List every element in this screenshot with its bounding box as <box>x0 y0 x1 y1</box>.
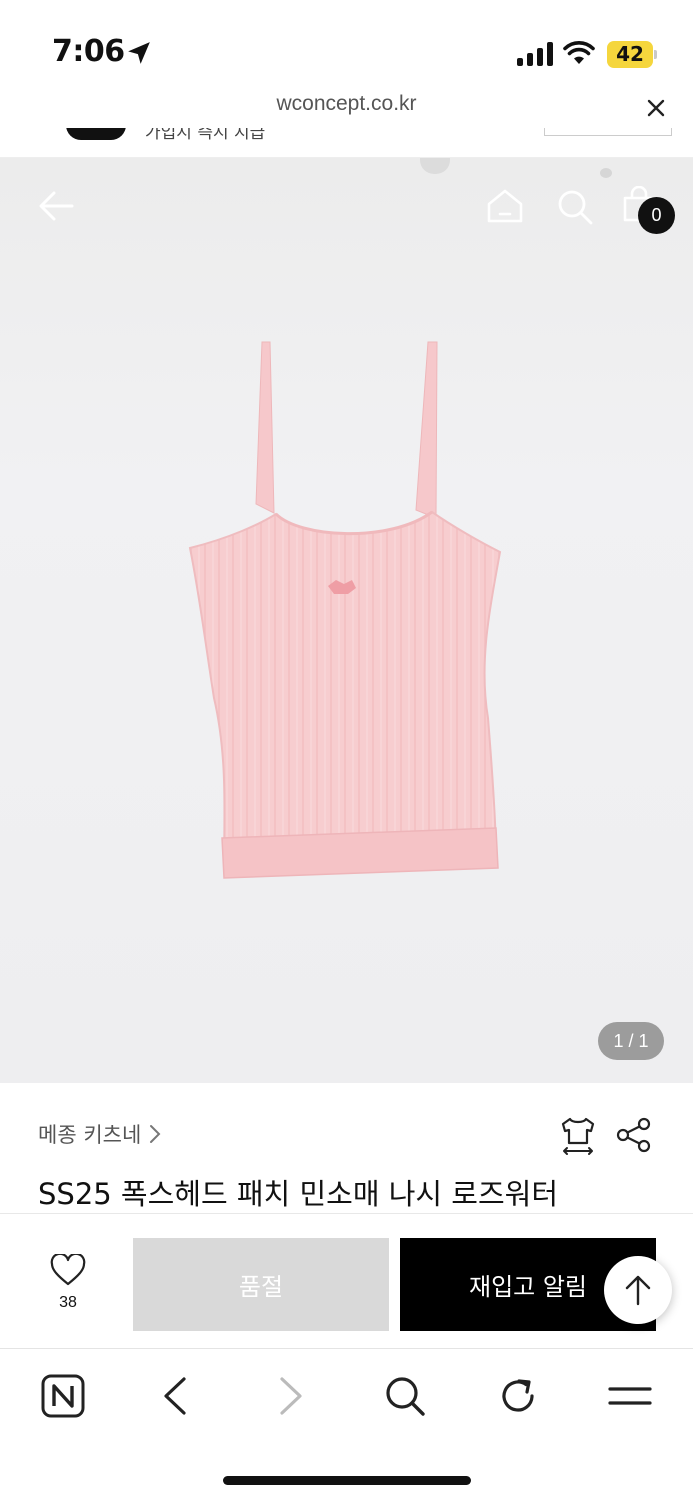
banner-button[interactable] <box>544 128 672 136</box>
cart-count-badge: 0 <box>638 197 675 234</box>
home-indicator <box>223 1476 471 1485</box>
share-icon[interactable] <box>616 1117 652 1153</box>
url-text[interactable]: wconcept.co.kr <box>0 92 693 116</box>
battery-indicator: 42 <box>607 41 657 68</box>
status-time: 7:06 <box>52 34 125 69</box>
browser-toolbar <box>0 1348 693 1500</box>
naver-icon[interactable] <box>40 1373 86 1419</box>
heart-icon[interactable] <box>50 1252 86 1286</box>
search-icon[interactable] <box>556 188 594 226</box>
arrow-up-icon <box>625 1275 651 1306</box>
home-icon[interactable] <box>486 188 524 224</box>
url-bar[interactable]: wconcept.co.kr <box>0 88 693 128</box>
wifi-icon <box>563 41 595 64</box>
refresh-icon[interactable] <box>497 1373 539 1419</box>
location-arrow-icon <box>128 42 150 64</box>
forward-icon <box>280 1377 302 1415</box>
image-page-counter: 1 / 1 <box>598 1022 664 1060</box>
banner-text: 가입시 즉시 지급 <box>145 128 266 143</box>
battery-level: 42 <box>616 42 644 66</box>
cellular-signal-icon <box>517 42 555 66</box>
purchase-action-bar: 38 품절 재입고 알림 <box>0 1213 693 1348</box>
search-icon[interactable] <box>383 1373 427 1419</box>
chevron-right-icon <box>150 1125 161 1143</box>
product-photo <box>188 341 502 879</box>
banner-logo <box>66 128 126 140</box>
wall-hook <box>420 158 450 174</box>
wishlist-button[interactable]: 38 <box>40 1252 96 1324</box>
wall-hook <box>600 168 612 178</box>
brand-link[interactable]: 메종 키츠네 <box>38 1119 161 1149</box>
scroll-to-top-button[interactable] <box>604 1256 672 1324</box>
soldout-button: 품절 <box>133 1238 389 1331</box>
brand-name[interactable]: 메종 키츠네 <box>38 1119 141 1149</box>
product-title: SS25 폭스헤드 패치 민소매 나시 로즈워터 <box>38 1177 559 1211</box>
menu-icon[interactable] <box>608 1373 652 1419</box>
promo-banner[interactable]: 가입시 즉시 지급 <box>0 128 693 158</box>
size-guide-icon[interactable] <box>558 1115 598 1157</box>
wishlist-count: 38 <box>59 1294 77 1311</box>
status-bar: 7:06 42 <box>0 0 693 88</box>
product-image-carousel[interactable]: 0 1 / 1 <box>0 158 693 1083</box>
product-info: 메종 키츠네 SS25 폭스헤드 패치 민소매 나시 로즈워터 <box>0 1083 693 1213</box>
back-icon[interactable] <box>160 1373 190 1419</box>
back-arrow-icon[interactable] <box>36 186 76 226</box>
close-icon[interactable] <box>644 96 668 120</box>
